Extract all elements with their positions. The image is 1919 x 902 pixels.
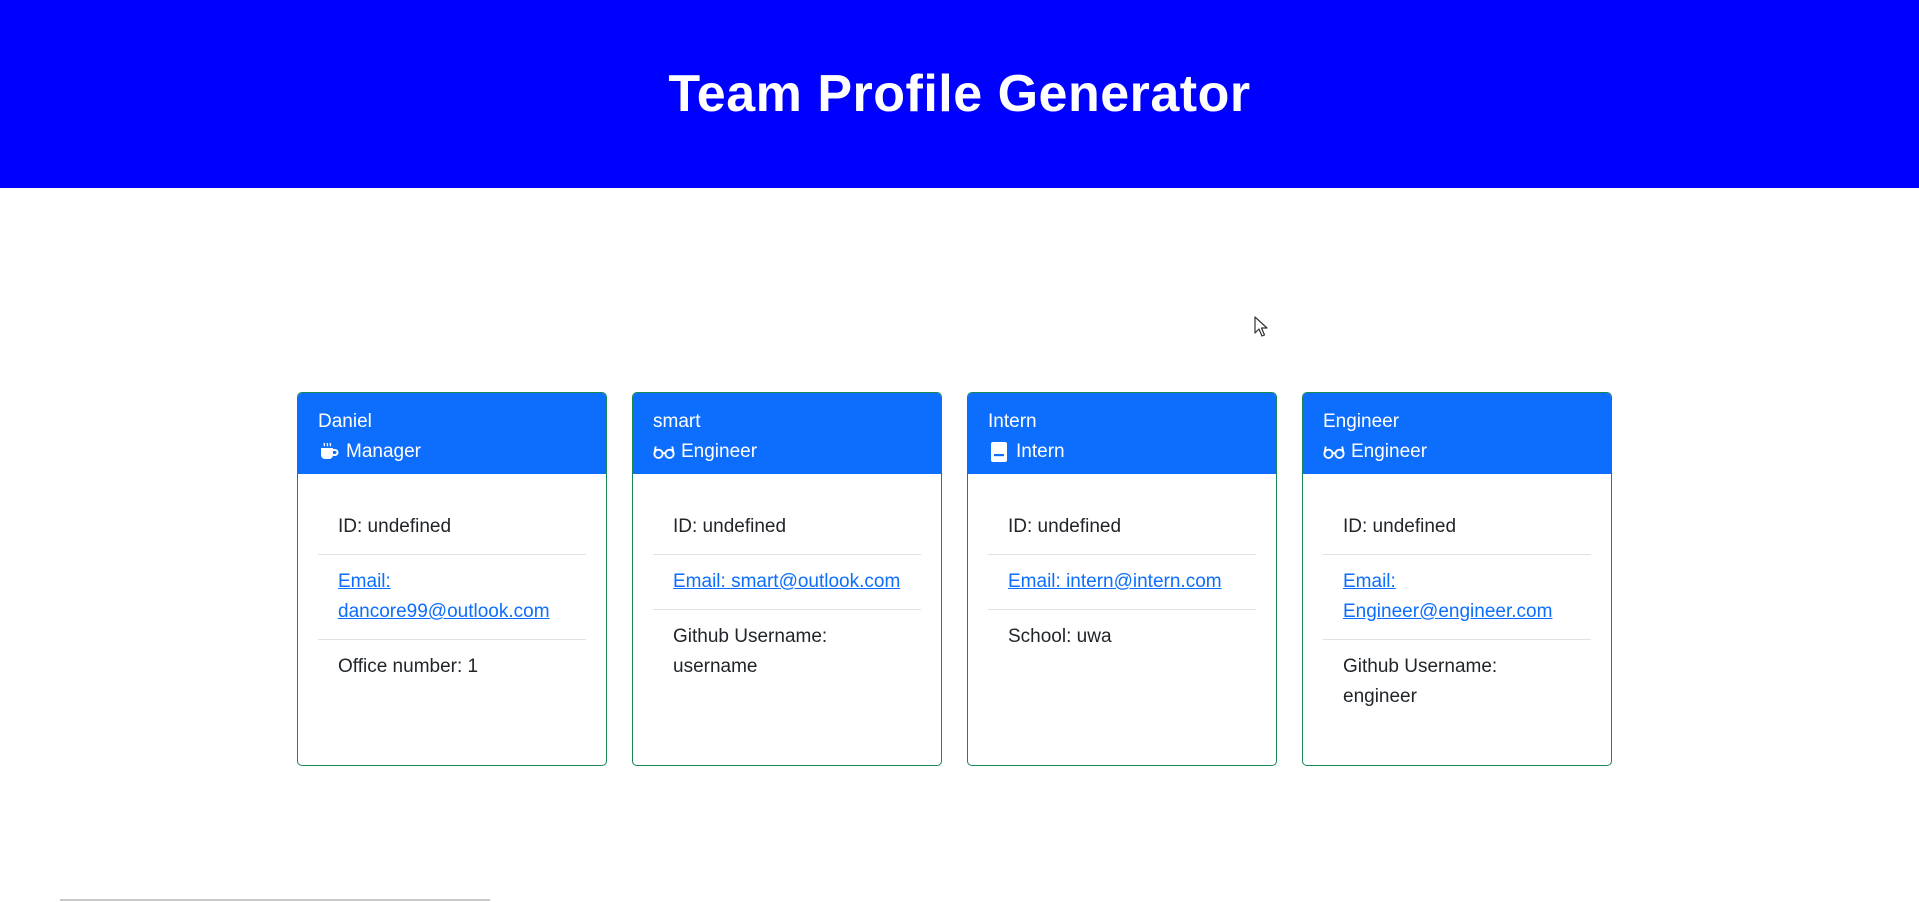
office-number-item: Office number: 1 <box>338 656 479 677</box>
employee-card: Daniel Manager ID: undefined Email: danc… <box>297 392 607 766</box>
card-header: Engineer Engineer <box>1303 393 1611 474</box>
card-body: ID: undefined Email: Engineer@engineer.c… <box>1303 474 1611 724</box>
mug-icon <box>318 441 340 463</box>
email-link[interactable]: Email: smart@outlook.com <box>673 571 900 592</box>
card-body: ID: undefined Email: dancore99@outlook.c… <box>298 474 606 694</box>
role-label: Manager <box>346 441 421 462</box>
glasses-icon <box>1323 441 1345 463</box>
card-header: smart Engineer <box>633 393 941 474</box>
email-item: Email: Engineer@engineer.com <box>1323 555 1591 640</box>
id-item: ID: undefined <box>318 500 586 555</box>
employee-card: smart Engineer ID: undefined Email: smar… <box>632 392 942 766</box>
card-body: ID: undefined Email: smart@outlook.com G… <box>633 474 941 694</box>
role-label: Engineer <box>681 441 758 462</box>
employee-name: Intern <box>988 411 1037 432</box>
employee-role: Engineer <box>1323 437 1591 467</box>
glasses-icon <box>653 441 675 463</box>
mouse-cursor-icon <box>1254 316 1268 337</box>
email-item: Email: intern@intern.com <box>988 555 1256 610</box>
page-header: Team Profile Generator <box>0 0 1919 188</box>
employee-role: Intern <box>988 437 1256 467</box>
card-header: Intern Intern <box>968 393 1276 474</box>
employee-name: smart <box>653 411 701 432</box>
horizontal-scrollbar[interactable] <box>60 899 490 901</box>
employee-name: Daniel <box>318 411 372 432</box>
github-item: Github Username: engineer <box>1343 656 1498 707</box>
email-link[interactable]: Email: intern@intern.com <box>1008 571 1222 592</box>
school-item: School: uwa <box>1008 626 1112 647</box>
id-item: ID: undefined <box>1323 500 1591 555</box>
employee-card: Intern Intern ID: undefined Email: inter… <box>967 392 1277 766</box>
email-item: Email: smart@outlook.com <box>653 555 921 610</box>
employee-name: Engineer <box>1323 411 1400 432</box>
id-badge-icon <box>988 441 1010 463</box>
card-header: Daniel Manager <box>298 393 606 474</box>
email-link[interactable]: Email: dancore99@outlook.com <box>338 571 550 622</box>
email-link[interactable]: Email: Engineer@engineer.com <box>1343 571 1552 622</box>
email-item: Email: dancore99@outlook.com <box>318 555 586 640</box>
id-item: ID: undefined <box>653 500 921 555</box>
page-title: Team Profile Generator <box>668 65 1251 123</box>
role-label: Engineer <box>1351 441 1428 462</box>
employee-role: Manager <box>318 437 586 467</box>
team-cards: Daniel Manager ID: undefined Email: danc… <box>297 392 1612 766</box>
id-item: ID: undefined <box>988 500 1256 555</box>
card-body: ID: undefined Email: intern@intern.com S… <box>968 474 1276 664</box>
github-item: Github Username: username <box>673 626 828 677</box>
employee-role: Engineer <box>653 437 921 467</box>
role-label: Intern <box>1016 441 1065 462</box>
employee-card: Engineer Engineer ID: undefined Email: E… <box>1302 392 1612 766</box>
